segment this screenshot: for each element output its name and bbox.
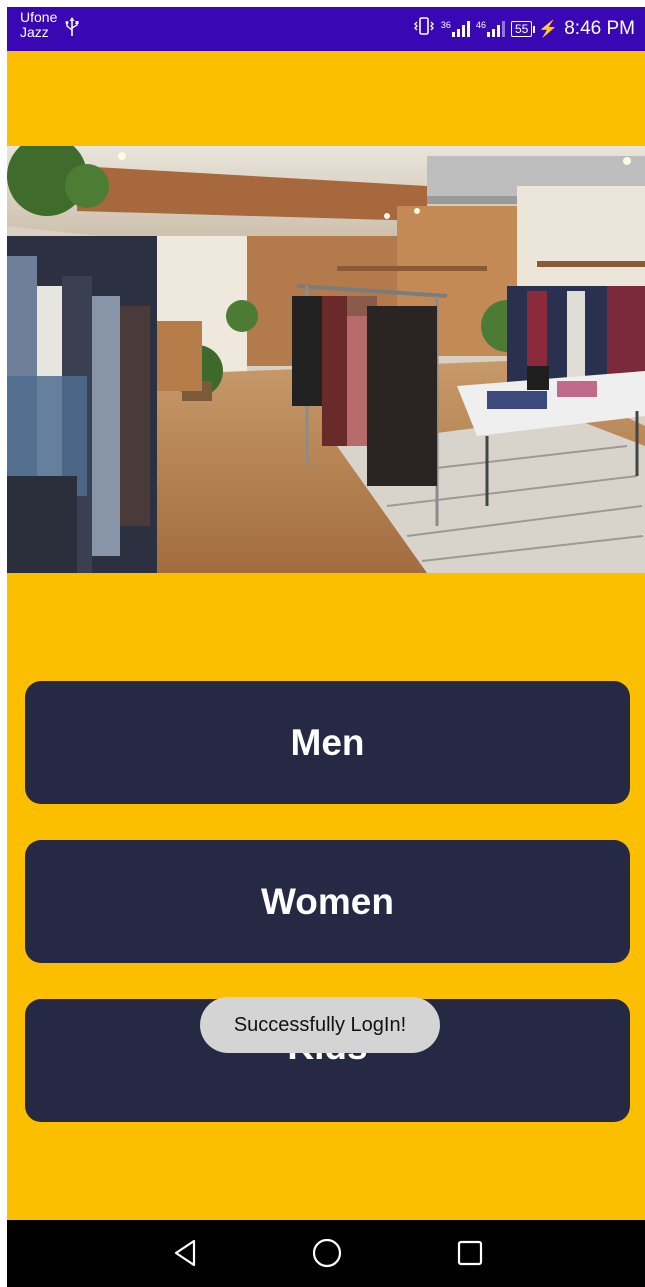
status-bar: Ufone Jazz 36 46 55 ⚡ 8:46 PM [7,7,645,51]
status-icons: 36 46 55 ⚡ 8:46 PM [413,7,635,51]
men-category-button[interactable]: Men [25,681,630,804]
store-hero-image [7,146,645,573]
signal-sim1: 36 [441,21,470,37]
women-button-label: Women [261,880,394,922]
usb-icon [65,17,79,42]
home-circle-icon[interactable] [311,1237,343,1269]
vibrate-icon [413,16,435,42]
network-type-2: 46 [475,20,486,30]
toast-message: Successfully LogIn! [233,1013,407,1036]
recents-square-icon[interactable] [454,1237,486,1269]
carrier-name: Ufone Jazz [20,10,57,40]
login-success-toast: Successfully LogIn! [200,997,440,1053]
signal-sim2: 46 [476,21,505,37]
battery-level: 55 [510,21,533,37]
signal-bars-icon [486,21,505,37]
men-button-label: Men [290,721,365,763]
network-type-1: 36 [440,20,451,30]
charging-icon: ⚡ [538,21,559,38]
signal-bars-icon [451,21,470,37]
store-interior-photo [7,146,645,573]
battery-icon: 55 ⚡ [510,19,559,39]
system-navigation-bar [7,1220,645,1287]
carrier-line-2: Jazz [20,24,49,40]
carrier-line-1: Ufone [20,9,58,25]
back-triangle-icon[interactable] [170,1237,202,1269]
women-category-button[interactable]: Women [25,840,630,963]
clock-time: 8:46 PM [564,18,635,39]
